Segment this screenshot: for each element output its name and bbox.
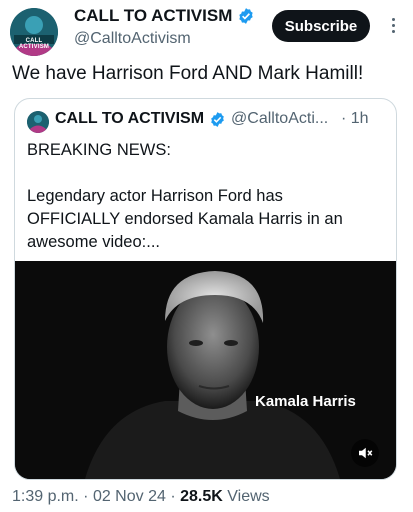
views-label: Views (227, 488, 270, 505)
quote-text-line: Legendary actor Harrison Ford has (27, 187, 283, 205)
quote-timestamp: · 1h (341, 110, 369, 127)
author-handle[interactable]: @CalltoActivism (74, 30, 191, 48)
verified-badge-icon (239, 8, 254, 24)
quote-text-line: OFFICIALLY endorsed Kamala Harris in an (27, 210, 343, 228)
tweet-text: We have Harrison Ford AND Mark Hamill! (12, 63, 364, 84)
muted-speaker-icon[interactable] (351, 439, 379, 467)
video-caption: Kamala Harris (255, 393, 356, 410)
views-count: 28.5K (180, 488, 223, 505)
subscribe-button[interactable]: Subscribe (272, 10, 370, 42)
quote-author-row: CALL TO ACTIVISM @CalltoActi... (55, 110, 328, 128)
author-name-row[interactable]: CALL TO ACTIVISM (74, 6, 255, 26)
avatar-label: CALL ACTIVISM (18, 38, 50, 50)
quote-author-avatar[interactable] (27, 111, 49, 133)
tweet-time[interactable]: 1:39 p.m. (12, 488, 79, 505)
author-display-name[interactable]: CALL TO ACTIVISM (74, 6, 232, 26)
author-avatar[interactable]: CALL ACTIVISM (10, 8, 58, 56)
quote-handle: @CalltoActi... (231, 110, 329, 127)
quote-avatar-graphic (27, 111, 49, 133)
video-player[interactable]: Kamala Harris (15, 261, 396, 479)
speaker-off-glyph (359, 447, 373, 459)
video-frame (15, 261, 396, 479)
meta-separator: · (170, 488, 176, 505)
quote-text-line: BREAKING NEWS: (27, 141, 171, 159)
quote-text-line: awesome video:... (27, 233, 160, 251)
quote-display-name: CALL TO ACTIVISM (55, 110, 205, 127)
verified-badge-icon (211, 111, 224, 127)
more-options-icon[interactable] (382, 14, 404, 36)
tweet-date[interactable]: 02 Nov 24 (93, 488, 166, 505)
quoted-tweet-card[interactable]: CALL TO ACTIVISM @CalltoActi... · 1h BRE… (14, 98, 397, 480)
meta-separator: · (83, 488, 89, 505)
tweet-meta: 1:39 p.m. · 02 Nov 24 · 28.5K Views (12, 488, 270, 506)
